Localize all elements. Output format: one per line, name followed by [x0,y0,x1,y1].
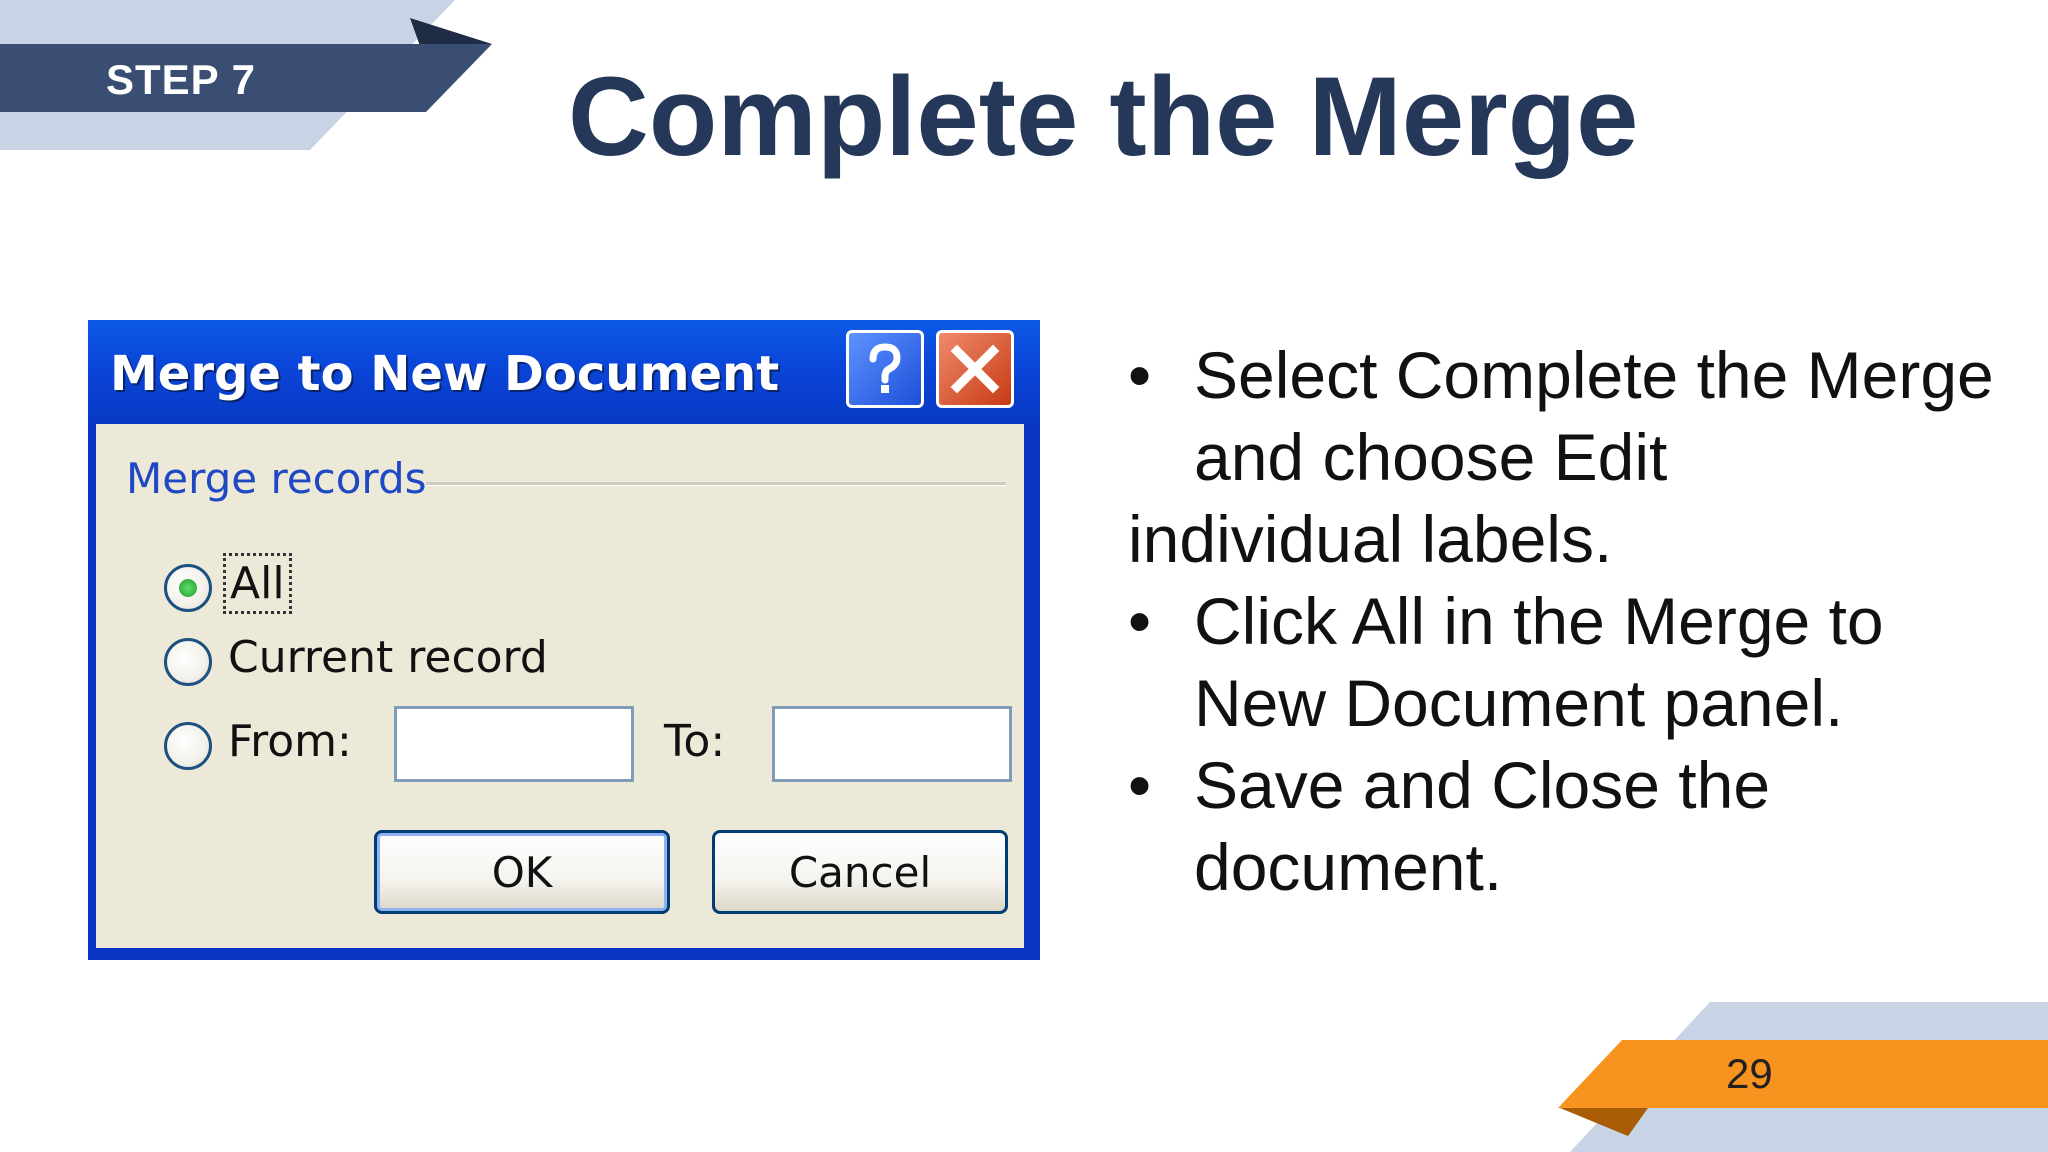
bullet-mark: • [1128,338,1152,412]
ok-button[interactable]: OK [374,830,670,914]
group-divider [426,482,1006,486]
slide-title: Complete the Merge [568,54,1639,179]
bullet-mark: • [1128,584,1152,658]
to-field[interactable] [772,706,1012,782]
merge-records-group-label: Merge records [126,454,427,503]
dialog-body: Merge records All Current record From: T… [96,424,1024,948]
radio-all[interactable] [164,564,212,612]
bottom-right-banner [1558,1002,2048,1152]
page-number: 29 [1726,1050,1773,1097]
dialog-title: Merge to New Document [110,346,780,402]
radio-from-label[interactable]: From: [228,716,352,767]
question-mark-icon [869,343,901,393]
list-item: • Click All in the Merge to New Document… [1128,580,2028,744]
radio-selected-dot [179,579,197,597]
list-item-text: Save and Close the document. [1194,748,1771,904]
list-item-text: Click All in the Merge to New Document p… [1194,584,1884,740]
list-item-continuation: individual labels. [1128,502,1613,576]
radio-current-record[interactable] [164,638,212,686]
from-field[interactable] [394,706,634,782]
list-item: • Select Complete the Merge and choose E… [1128,334,2028,580]
list-item: • Save and Close the document. [1128,744,2028,908]
close-x-icon [950,344,1000,394]
bullet-mark: • [1128,748,1152,822]
step-label: STEP 7 [106,56,256,103]
help-button[interactable] [846,330,924,408]
banner-orange-shape [1558,1040,2048,1108]
merge-dialog: Merge to New Document Merge records All … [88,320,1040,960]
cancel-button[interactable]: Cancel [712,830,1008,914]
list-item-text: Select Complete the Merge and choose Edi… [1194,338,1994,494]
radio-from[interactable] [164,722,212,770]
close-button[interactable] [936,330,1014,408]
radio-current-record-label[interactable]: Current record [228,632,548,683]
radio-all-label[interactable]: All [223,553,292,614]
to-label: To: [664,716,726,767]
instruction-list: • Select Complete the Merge and choose E… [1128,334,2028,908]
dialog-titlebar[interactable]: Merge to New Document [88,320,1040,424]
